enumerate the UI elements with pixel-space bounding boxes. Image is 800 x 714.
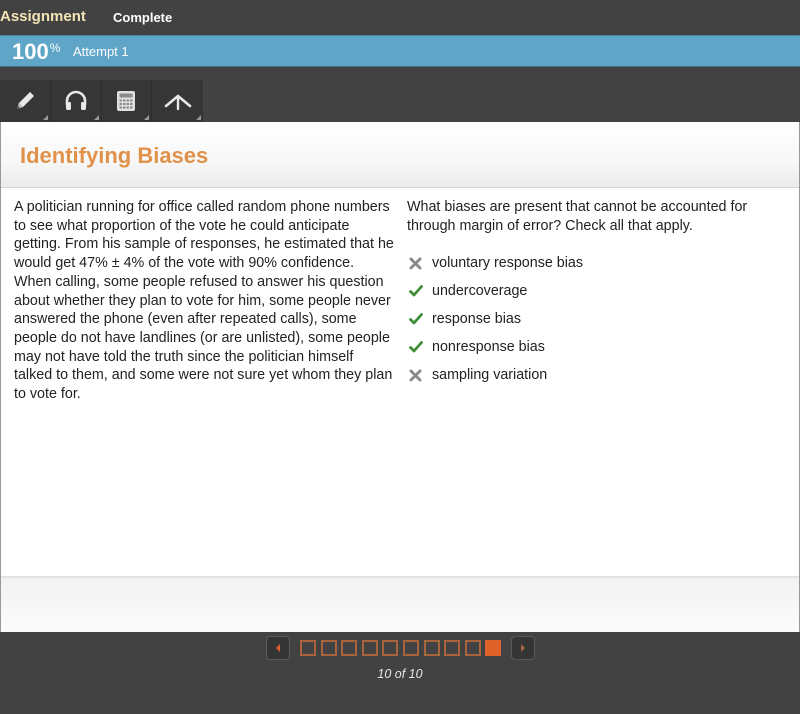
- x-mark-icon: [409, 257, 432, 270]
- answer-option[interactable]: response bias: [409, 305, 789, 333]
- page-indicator-2[interactable]: [320, 640, 337, 656]
- answer-option[interactable]: voluntary response bias: [409, 249, 789, 277]
- answer-option-label: nonresponse bias: [432, 339, 545, 355]
- assignment-label: Assignment: [0, 8, 86, 25]
- answer-option-label: response bias: [432, 311, 522, 327]
- previous-page-button[interactable]: [266, 636, 290, 660]
- answer-option-label: undercoverage: [432, 283, 528, 299]
- page-indicator-4[interactable]: [361, 640, 378, 656]
- score-value: 100: [12, 39, 49, 64]
- reference-tool-button[interactable]: [152, 80, 203, 122]
- score-unit: %: [49, 41, 61, 55]
- pencil-tool-button[interactable]: [0, 80, 51, 122]
- score: 100%: [12, 39, 60, 65]
- dropdown-corner-icon: [144, 115, 150, 120]
- page-indicator-7[interactable]: [423, 640, 440, 656]
- pencil-icon: [16, 92, 34, 109]
- arrow-left-icon: [276, 644, 280, 652]
- page-indicator-8[interactable]: [444, 640, 461, 656]
- x-mark-icon: [409, 369, 432, 382]
- page-indicator-3[interactable]: [341, 640, 358, 656]
- progress-bar: 100% Attempt 1: [0, 35, 800, 67]
- checkmark-icon: [409, 341, 432, 353]
- dropdown-corner-icon: [42, 115, 48, 120]
- answer-option-label: sampling variation: [432, 367, 548, 383]
- top-bar: Assignment Complete: [0, 0, 800, 35]
- question-text: What biases are present that cannot be a…: [407, 199, 748, 234]
- status-label: Complete: [113, 10, 173, 25]
- answer-option-label: voluntary response bias: [432, 255, 583, 271]
- page-indicator-5[interactable]: [382, 640, 399, 656]
- page-indicator-9[interactable]: [464, 640, 481, 656]
- toolbar: [0, 80, 203, 122]
- page-indicator-6[interactable]: [402, 640, 419, 656]
- page-indicator-1[interactable]: [300, 640, 316, 656]
- dropdown-corner-icon: [93, 115, 99, 120]
- answer-options: voluntary response bias undercoverage re…: [409, 249, 789, 389]
- audio-tool-button[interactable]: [51, 80, 102, 122]
- attempt-label: Attempt 1: [73, 44, 129, 59]
- dropdown-corner-icon: [196, 115, 201, 120]
- checkmark-icon: [409, 285, 432, 297]
- activity-panel: Identifying Biases A politician running …: [0, 122, 800, 632]
- page-indicator-10[interactable]: [485, 640, 502, 656]
- calculator-tool-button[interactable]: [102, 80, 153, 122]
- activity-title: Identifying Biases: [20, 143, 209, 168]
- answer-option[interactable]: nonresponse bias: [409, 333, 789, 361]
- checkmark-icon: [409, 313, 432, 325]
- caret-up-icon: [164, 94, 191, 111]
- arrow-right-icon: [521, 644, 525, 652]
- page-indicators: [300, 640, 502, 656]
- calculator-icon: [117, 91, 136, 111]
- title-band: Identifying Biases: [1, 122, 799, 188]
- page-count: 10 of 10: [377, 667, 423, 681]
- next-page-button[interactable]: [511, 636, 535, 660]
- pager: 10 of 10: [0, 632, 800, 714]
- activity-footer: [1, 576, 799, 632]
- passage-text: A politician running for office called r…: [14, 199, 394, 403]
- answer-option[interactable]: undercoverage: [409, 277, 789, 305]
- answer-option[interactable]: sampling variation: [409, 361, 789, 389]
- headphones-icon: [65, 90, 86, 110]
